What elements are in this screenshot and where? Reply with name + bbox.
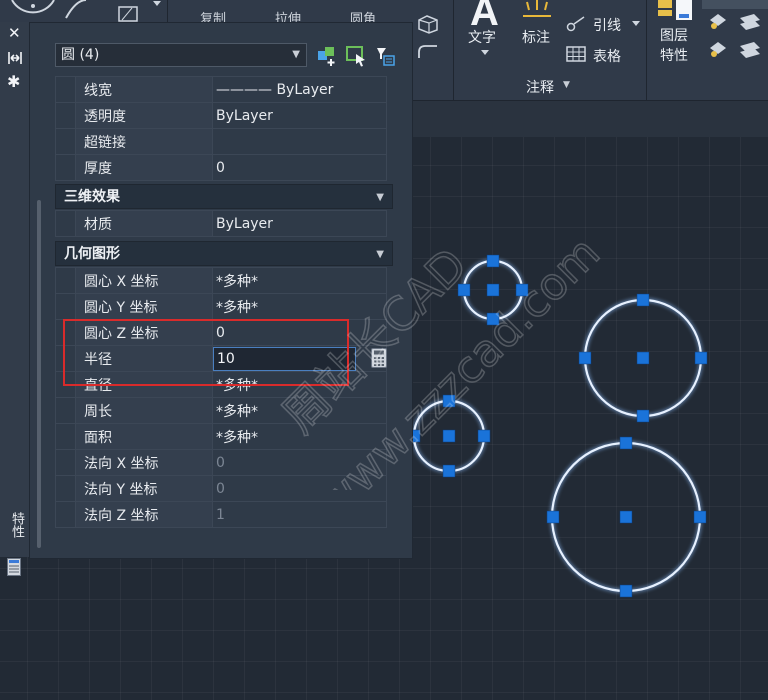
- properties-palette-icon[interactable]: [7, 558, 21, 576]
- property-label: 透明度: [75, 102, 213, 129]
- grip: [442, 394, 456, 408]
- settings-gear-icon[interactable]: ✱: [7, 72, 20, 91]
- property-label: 超链接: [75, 128, 213, 155]
- grip: [636, 409, 650, 423]
- property-label: 法向 X 坐标: [75, 449, 213, 476]
- property-label: 厚度: [75, 154, 213, 181]
- property-row[interactable]: 直径 *多种*: [55, 371, 387, 398]
- property-value[interactable]: ByLayer: [212, 210, 387, 237]
- property-value[interactable]: ———— ByLayer: [212, 76, 387, 103]
- property-value[interactable]: 0: [212, 154, 387, 181]
- property-label: 圆心 X 坐标: [75, 267, 213, 294]
- property-row: 法向 X 坐标 0: [55, 449, 387, 476]
- property-value[interactable]: *多种*: [212, 371, 387, 398]
- property-row[interactable]: 超链接: [55, 128, 387, 155]
- property-value[interactable]: *多种*: [212, 293, 387, 320]
- property-row-radius[interactable]: 半径 10: [55, 345, 387, 372]
- property-label: 材质: [75, 210, 213, 237]
- property-row: 法向 Y 坐标 0: [55, 475, 387, 502]
- grip: [619, 510, 633, 524]
- property-row[interactable]: 圆心 X 坐标 *多种*: [55, 267, 387, 294]
- property-row[interactable]: 透明度 ByLayer: [55, 102, 387, 129]
- chevron-down-icon: ▼: [292, 49, 300, 60]
- property-row: 法向 Z 坐标 1: [55, 501, 387, 528]
- close-icon[interactable]: ✕: [8, 24, 21, 42]
- object-type-value: 圆 (4): [61, 47, 100, 63]
- grip: [619, 584, 633, 598]
- grip: [442, 429, 456, 443]
- auto-hide-icon[interactable]: [8, 52, 22, 64]
- property-label: 半径: [75, 345, 213, 372]
- property-row[interactable]: 面积 *多种*: [55, 423, 387, 450]
- radius-input[interactable]: 10: [213, 346, 356, 371]
- object-type-select[interactable]: 圆 (4) ▼: [55, 43, 307, 67]
- grip: [515, 283, 529, 297]
- quick-select-icon[interactable]: [374, 45, 396, 67]
- grip: [486, 254, 500, 268]
- property-label: 法向 Z 坐标: [75, 501, 213, 528]
- palette-title-bar[interactable]: ✕ ✱ 特性: [0, 22, 30, 576]
- property-label: 直径: [75, 371, 213, 398]
- grip: [619, 436, 633, 450]
- property-label: 圆心 Z 坐标: [75, 319, 213, 346]
- toggle-pickadd-icon[interactable]: [316, 45, 338, 67]
- section-geometry[interactable]: 几何图形 ▼: [55, 241, 393, 266]
- collapse-arrow-icon[interactable]: ▼: [376, 185, 384, 210]
- 3d-properties-table: 材质 ByLayer: [55, 210, 387, 237]
- property-label: 圆心 Y 坐标: [75, 293, 213, 320]
- property-label: 周长: [75, 397, 213, 424]
- grip: [486, 312, 500, 326]
- property-value[interactable]: ByLayer: [212, 102, 387, 129]
- geometry-properties-table: 圆心 X 坐标 *多种* 圆心 Y 坐标 *多种* 圆心 Z 坐标 0 半径 10 直径…: [55, 267, 387, 528]
- property-row[interactable]: 圆心 Z 坐标 0: [55, 319, 387, 346]
- grip: [457, 283, 471, 297]
- palette-scrollbar[interactable]: [37, 200, 41, 548]
- grip: [546, 510, 560, 524]
- grip: [693, 510, 707, 524]
- section-title: 三维效果: [64, 189, 120, 205]
- property-row[interactable]: 圆心 Y 坐标 *多种*: [55, 293, 387, 320]
- grip: [636, 351, 650, 365]
- property-row[interactable]: 线宽 ———— ByLayer: [55, 76, 387, 103]
- calculator-icon[interactable]: [371, 348, 387, 368]
- property-row[interactable]: 周长 *多种*: [55, 397, 387, 424]
- property-row[interactable]: 厚度 0: [55, 154, 387, 181]
- property-label: 线宽: [75, 76, 213, 103]
- property-value[interactable]: [212, 128, 387, 155]
- property-value[interactable]: 0: [212, 319, 387, 346]
- property-value[interactable]: *多种*: [212, 397, 387, 424]
- collapse-arrow-icon[interactable]: ▼: [376, 242, 384, 267]
- grip: [694, 351, 708, 365]
- property-value[interactable]: *多种*: [212, 423, 387, 450]
- section-3d-effects[interactable]: 三维效果 ▼: [55, 184, 393, 209]
- section-title: 几何图形: [64, 246, 120, 262]
- property-row[interactable]: 材质 ByLayer: [55, 210, 387, 237]
- property-value-readonly: 0: [212, 475, 387, 502]
- grip: [477, 429, 491, 443]
- grip: [636, 293, 650, 307]
- property-label: 法向 Y 坐标: [75, 475, 213, 502]
- property-value[interactable]: *多种*: [212, 267, 387, 294]
- grip: [578, 351, 592, 365]
- property-value-readonly: 0: [212, 449, 387, 476]
- grip: [442, 464, 456, 478]
- property-value-readonly: 1: [212, 501, 387, 528]
- property-label: 面积: [75, 423, 213, 450]
- general-properties-table: 线宽 ———— ByLayer 透明度 ByLayer 超链接 厚度 0: [55, 76, 387, 181]
- palette-title: 特性: [9, 512, 24, 538]
- grip: [486, 283, 500, 297]
- select-objects-icon[interactable]: [345, 45, 367, 67]
